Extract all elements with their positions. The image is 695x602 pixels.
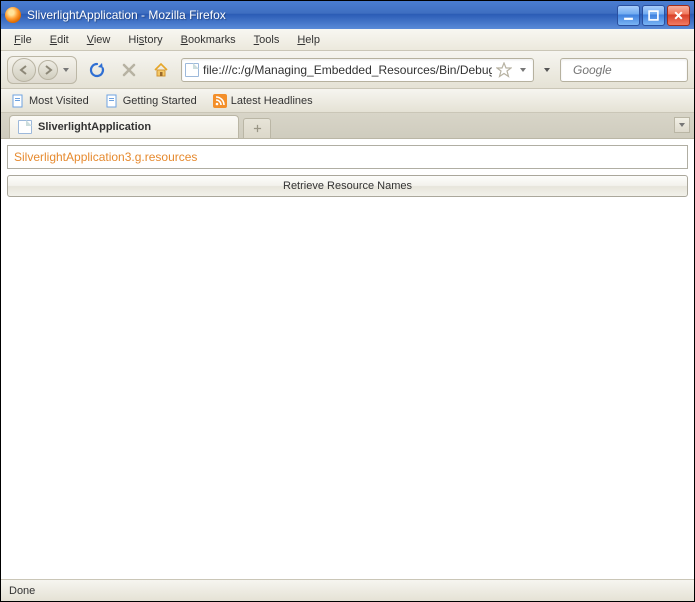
navigation-toolbar	[1, 51, 694, 89]
page-icon	[105, 94, 119, 108]
stop-button[interactable]	[117, 58, 141, 82]
rss-icon	[213, 94, 227, 108]
search-bar[interactable]	[560, 58, 688, 82]
menu-help[interactable]: Help	[290, 32, 327, 48]
menu-history[interactable]: History	[121, 32, 169, 48]
menu-view[interactable]: View	[80, 32, 118, 48]
new-tab-button[interactable]	[243, 118, 271, 138]
resource-output: SilverlightApplication3.g.resources	[7, 145, 688, 169]
page-icon	[18, 120, 32, 134]
reload-button[interactable]	[85, 58, 109, 82]
menu-tools[interactable]: Tools	[247, 32, 287, 48]
menu-bookmarks[interactable]: Bookmarks	[174, 32, 243, 48]
address-bar[interactable]	[181, 58, 534, 82]
bookmark-latest-headlines[interactable]: Latest Headlines	[209, 92, 317, 110]
forward-button[interactable]	[38, 60, 58, 80]
search-input[interactable]	[573, 63, 695, 77]
menu-file[interactable]: File	[7, 32, 39, 48]
tab-strip: SliverlightApplication	[1, 113, 694, 139]
tab-label: SliverlightApplication	[38, 121, 151, 133]
back-button[interactable]	[12, 58, 36, 82]
bookmark-star-icon[interactable]	[496, 62, 512, 78]
resource-text: SilverlightApplication3.g.resources	[14, 150, 197, 164]
bookmarks-toolbar: Most Visited Getting Started Latest Head…	[1, 89, 694, 113]
page-content: SilverlightApplication3.g.resources Retr…	[1, 139, 694, 579]
url-input[interactable]	[203, 63, 492, 77]
tab-list-dropdown[interactable]	[674, 117, 690, 133]
window-titlebar: SliverlightApplication - Mozilla Firefox	[1, 1, 694, 29]
window-title: SliverlightApplication - Mozilla Firefox	[27, 8, 226, 22]
menu-edit[interactable]: Edit	[43, 32, 76, 48]
page-icon	[185, 63, 199, 77]
retrieve-resources-button[interactable]: Retrieve Resource Names	[7, 175, 688, 197]
page-icon	[11, 94, 25, 108]
bookmark-getting-started[interactable]: Getting Started	[101, 92, 201, 110]
tab-active[interactable]: SliverlightApplication	[9, 115, 239, 138]
minimize-button[interactable]	[617, 5, 640, 26]
close-button[interactable]	[667, 5, 690, 26]
bookmark-most-visited[interactable]: Most Visited	[7, 92, 93, 110]
menu-bar: File Edit View History Bookmarks Tools H…	[1, 29, 694, 51]
firefox-icon	[5, 7, 21, 23]
address-dropdown[interactable]	[516, 66, 530, 74]
back-forward-dropdown[interactable]	[59, 58, 73, 82]
address-overflow-dropdown[interactable]	[542, 66, 552, 74]
bookmark-label: Latest Headlines	[231, 95, 313, 107]
maximize-button[interactable]	[642, 5, 665, 26]
status-text: Done	[9, 585, 35, 597]
back-forward-group	[7, 56, 77, 84]
bookmark-label: Getting Started	[123, 95, 197, 107]
status-bar: Done	[1, 579, 694, 601]
bookmark-label: Most Visited	[29, 95, 89, 107]
button-label: Retrieve Resource Names	[283, 180, 412, 192]
home-button[interactable]	[149, 58, 173, 82]
